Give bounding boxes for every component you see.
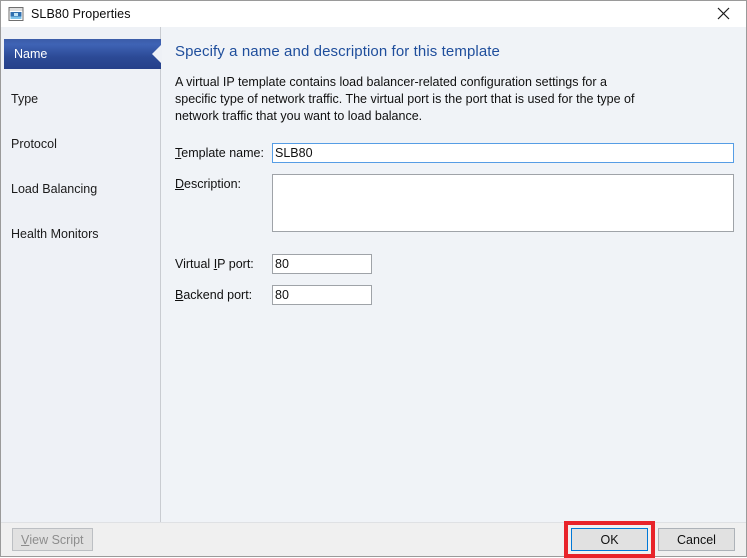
sidebar-item-load-balancing[interactable]: Load Balancing [1, 174, 160, 204]
description-label: Description: [175, 174, 272, 191]
virtual-ip-port-input[interactable] [272, 254, 372, 274]
footer-actions: OK Cancel [564, 521, 735, 558]
sidebar-item-label: Name [14, 47, 48, 61]
sidebar-item-health-monitors[interactable]: Health Monitors [1, 219, 160, 249]
window-title: SLB80 Properties [31, 6, 131, 21]
label-suffix: emplate name: [181, 146, 264, 160]
description-row: Description: [175, 174, 734, 232]
dialog-body: Name Type Protocol Load Balancing Health… [1, 27, 746, 522]
ok-button-wrapper: OK [564, 521, 655, 558]
sidebar-item-label: Type [11, 92, 39, 106]
label-suffix: ackend port: [183, 288, 253, 302]
title-bar: SLB80 Properties [1, 1, 746, 27]
label-suffix: escription: [184, 177, 242, 191]
button-accelerator: V [21, 532, 30, 547]
view-script-button[interactable]: View Script [12, 528, 93, 551]
label-prefix: Virtual [175, 257, 214, 271]
page-title: Specify a name and description for this … [175, 43, 500, 60]
ok-button[interactable]: OK [571, 528, 648, 551]
page-description: A virtual IP template contains load bala… [175, 75, 635, 123]
virtual-ip-port-row: Virtual IP port: [175, 254, 734, 274]
close-icon[interactable] [701, 1, 746, 26]
sidebar-nav: Name Type Protocol Load Balancing Health… [1, 27, 161, 522]
backend-port-input[interactable] [272, 285, 372, 305]
properties-dialog: SLB80 Properties Name Type Protocol Load… [0, 0, 747, 558]
button-label: Cancel [677, 532, 716, 547]
sidebar-item-label: Health Monitors [11, 227, 99, 241]
sidebar-item-label: Protocol [11, 137, 57, 151]
sidebar-item-label: Load Balancing [11, 182, 98, 196]
sidebar-item-name[interactable]: Name [4, 39, 161, 69]
description-input[interactable] [272, 174, 734, 232]
virtual-ip-port-label: Virtual IP port: [175, 254, 272, 271]
button-label: iew Script [29, 532, 84, 547]
backend-port-row: Backend port: [175, 285, 734, 305]
label-suffix: P port: [217, 257, 254, 271]
template-name-input[interactable] [272, 143, 734, 163]
label-accelerator: D [175, 177, 185, 191]
sidebar-item-type[interactable]: Type [1, 84, 160, 114]
template-name-label: Template name: [175, 143, 272, 160]
content-pane: Specify a name and description for this … [161, 27, 746, 522]
cancel-button[interactable]: Cancel [658, 528, 735, 551]
backend-port-label: Backend port: [175, 285, 272, 302]
dialog-footer: View Script OK Cancel [1, 521, 746, 558]
button-label: OK [600, 532, 619, 547]
template-window-icon [8, 6, 24, 22]
sidebar-item-protocol[interactable]: Protocol [1, 129, 160, 159]
template-name-row: Template name: [175, 143, 734, 163]
